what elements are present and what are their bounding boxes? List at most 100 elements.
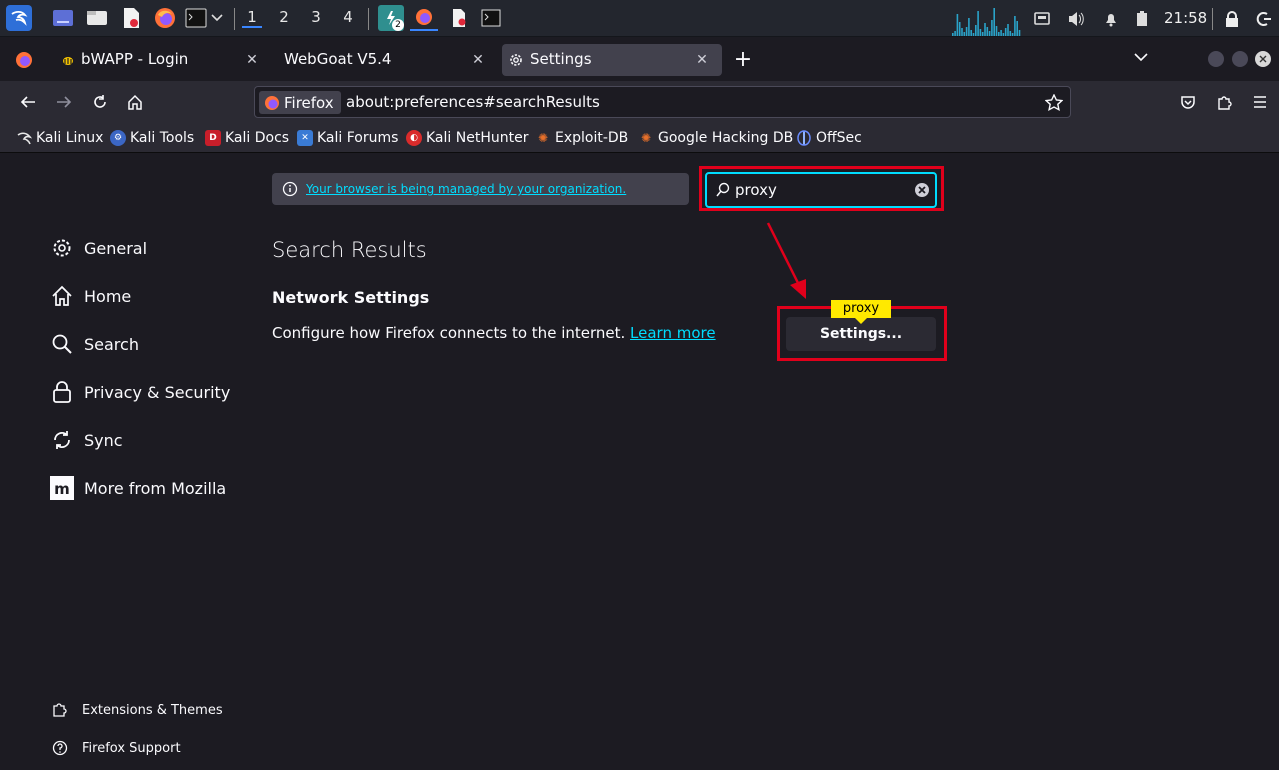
puzzle-piece-icon	[53, 703, 67, 717]
bookmark-label: Kali Docs	[225, 130, 290, 146]
workspace-4[interactable]: 4	[338, 8, 358, 26]
category-search[interactable]: Search	[50, 331, 139, 357]
bookmark-kali-nethunter[interactable]: ◐ Kali NetHunter	[406, 128, 528, 148]
clear-search-icon[interactable]	[914, 182, 930, 198]
back-button[interactable]	[13, 87, 43, 117]
footer-label: Firefox Support	[82, 740, 181, 756]
learn-more-link[interactable]: Learn more	[630, 324, 716, 342]
show-desktop-icon[interactable]	[50, 5, 76, 31]
tab-settings[interactable]: Settings ✕	[502, 44, 722, 76]
bookmarks-toolbar: Kali Linux ⚙ Kali Tools D Kali Docs ✕ Ka…	[0, 123, 1279, 153]
maximize-window-button[interactable]	[1232, 51, 1248, 67]
identity-box[interactable]: Firefox	[259, 91, 341, 114]
workspace-1[interactable]: 1	[242, 8, 262, 28]
bookmark-kali-forums[interactable]: ✕ Kali Forums	[297, 128, 398, 148]
forward-button[interactable]	[49, 87, 79, 117]
home-button[interactable]	[120, 87, 150, 117]
bookmark-label: Kali Forums	[317, 130, 399, 146]
category-privacy-security[interactable]: Privacy & Security	[50, 379, 230, 405]
category-home[interactable]: Home	[50, 283, 131, 309]
category-general[interactable]: General	[50, 235, 147, 261]
tab-bwapp-login[interactable]: bWAPP - Login ✕	[50, 44, 272, 76]
category-more-from-mozilla[interactable]: m More from Mozilla	[50, 475, 226, 501]
bookmark-label: OffSec	[816, 130, 862, 146]
battery-icon[interactable]	[1134, 9, 1150, 29]
firefox-view-icon[interactable]	[14, 50, 34, 70]
url-text[interactable]: about:preferences#searchResults	[346, 93, 600, 111]
network-icon[interactable]	[1032, 9, 1052, 29]
network-settings-heading: Network Settings	[272, 288, 430, 307]
file-manager-icon[interactable]	[84, 5, 110, 31]
firefox-logo-icon	[265, 95, 279, 110]
tab-webgoat[interactable]: WebGoat V5.4 ✕	[274, 44, 498, 76]
reload-button[interactable]	[85, 87, 115, 117]
list-all-tabs-icon[interactable]	[1133, 52, 1151, 66]
preferences-page: Your browser is being managed by your or…	[0, 153, 1279, 770]
terminal-window-icon[interactable]	[478, 5, 504, 31]
bookmark-kali-tools[interactable]: ⚙ Kali Tools	[110, 128, 194, 148]
volume-icon[interactable]	[1066, 9, 1086, 29]
clock[interactable]: 21:58	[1164, 9, 1207, 27]
close-tab-icon[interactable]: ✕	[468, 50, 488, 70]
tab-title: bWAPP - Login	[81, 50, 189, 68]
bookmark-offsec[interactable]: OffSec	[796, 128, 862, 148]
identity-label: Firefox	[284, 93, 334, 112]
bookmark-exploit-db[interactable]: ✺ Exploit-DB	[535, 128, 628, 148]
close-tab-icon[interactable]: ✕	[242, 50, 262, 70]
lock-screen-icon[interactable]	[1222, 9, 1242, 29]
category-label: Search	[84, 334, 139, 354]
burp-window-icon[interactable]: 2	[378, 5, 404, 31]
sync-icon	[50, 428, 74, 452]
text-editor-window-icon[interactable]	[446, 5, 472, 31]
close-tab-icon[interactable]: ✕	[692, 50, 712, 70]
chevron-down-icon[interactable]	[205, 5, 229, 31]
app-menu-icon[interactable]	[1245, 87, 1275, 117]
new-tab-button[interactable]: +	[732, 49, 754, 72]
annotation-arrow	[760, 221, 820, 307]
managed-by-organization-link[interactable]: Your browser is being managed by your or…	[306, 182, 626, 196]
tab-title: WebGoat V5.4	[284, 50, 392, 68]
text-editor-icon[interactable]	[118, 5, 144, 31]
extensions-icon[interactable]	[1209, 87, 1239, 117]
firefox-support-link[interactable]: Firefox Support	[52, 738, 181, 758]
bookmark-google-hacking-db[interactable]: ✺ Google Hacking DB	[638, 128, 793, 148]
taskbar-divider	[234, 8, 235, 30]
logout-icon[interactable]	[1254, 9, 1274, 29]
pocket-icon[interactable]	[1173, 87, 1203, 117]
window-count-badge: 2	[392, 19, 404, 31]
nethunter-icon: ◐	[406, 130, 422, 146]
category-label: Sync	[84, 430, 123, 450]
kali-tools-icon: ⚙	[110, 130, 126, 146]
url-bar[interactable]: Firefox about:preferences#searchResults	[254, 86, 1071, 118]
bookmark-kali-linux[interactable]: Kali Linux	[16, 128, 103, 148]
search-input-value: proxy	[735, 181, 777, 199]
firefox-window-icon[interactable]	[410, 5, 438, 31]
bookmark-star-icon[interactable]	[1045, 94, 1063, 112]
minimize-window-button[interactable]	[1208, 51, 1224, 67]
system-taskbar: 1 2 3 4 2 21:58	[0, 0, 1279, 37]
firefox-launcher-icon[interactable]	[152, 5, 178, 31]
kali-menu-icon[interactable]	[6, 5, 32, 31]
lock-icon	[50, 380, 74, 404]
category-label: General	[84, 238, 148, 258]
taskbar-divider	[1212, 8, 1213, 30]
category-sync[interactable]: Sync	[50, 427, 123, 453]
home-icon	[50, 284, 74, 308]
mozilla-icon: m	[50, 476, 74, 500]
policies-notice: Your browser is being managed by your or…	[272, 173, 689, 205]
close-window-button[interactable]	[1255, 51, 1271, 67]
svg-text:m: m	[54, 480, 70, 498]
bee-favicon-icon	[60, 52, 76, 68]
description-text: Configure how Firefox connects to the in…	[272, 324, 626, 342]
kali-docs-icon: D	[205, 130, 221, 146]
workspace-2[interactable]: 2	[274, 8, 294, 26]
offsec-icon	[796, 130, 812, 146]
workspace-3[interactable]: 3	[306, 8, 326, 26]
extensions-themes-link[interactable]: Extensions & Themes	[52, 700, 223, 720]
gear-icon	[508, 52, 524, 68]
bookmark-kali-docs[interactable]: D Kali Docs	[205, 128, 289, 148]
notification-bell-icon[interactable]	[1101, 9, 1121, 29]
preferences-search-input[interactable]: proxy	[705, 172, 937, 208]
info-icon	[282, 181, 298, 197]
kali-dragon-icon	[16, 130, 32, 146]
